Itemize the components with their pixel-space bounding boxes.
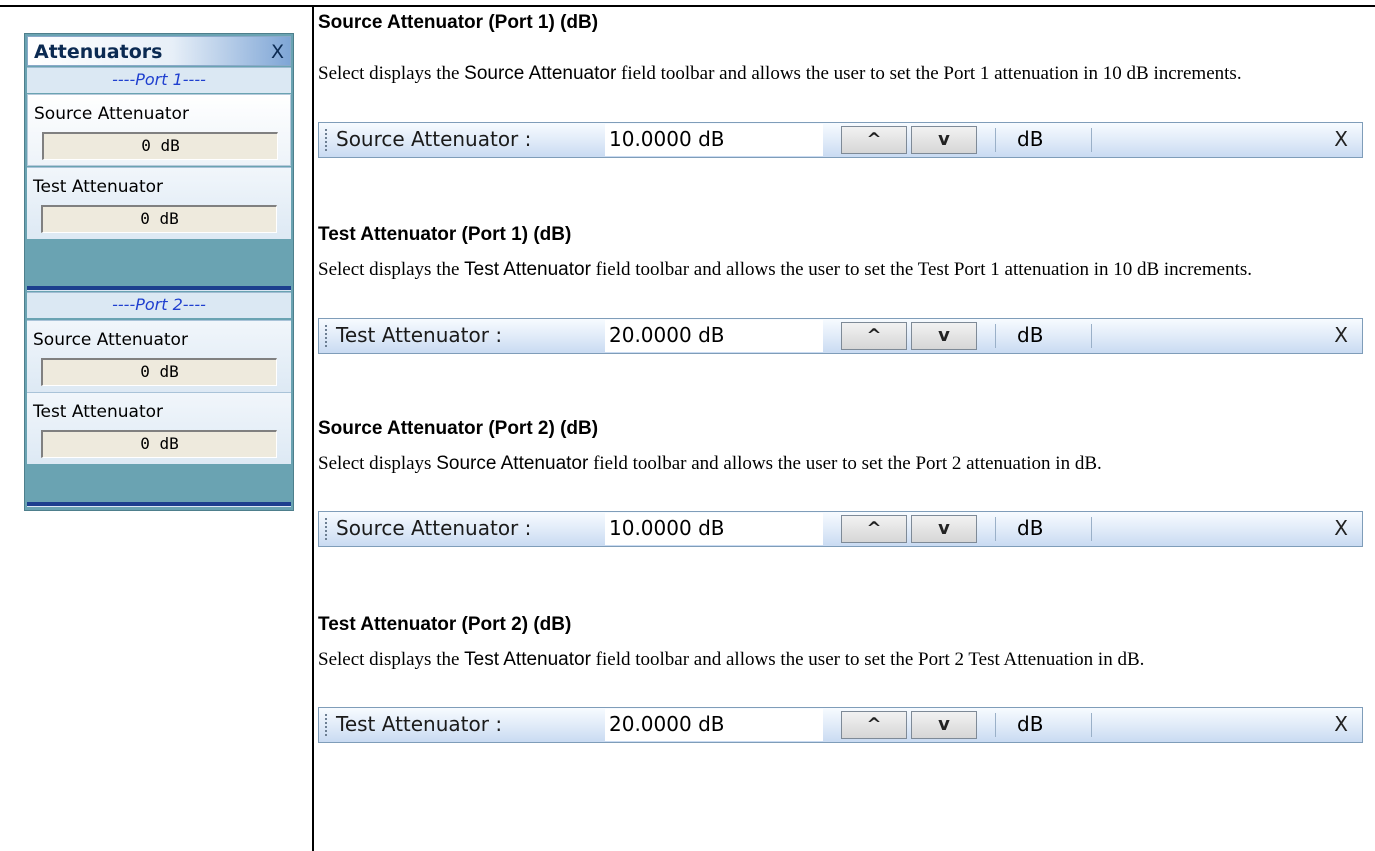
menu-item-label: Test Attenuator <box>33 402 164 422</box>
section-heading: Source Attenuator (Port 2) (dB) <box>318 418 599 439</box>
increment-button[interactable]: ^ <box>841 126 907 154</box>
decrement-button[interactable]: v <box>911 126 977 154</box>
test-attenuator-toolbar: Test Attenuator : 20.0000 dB ^ v dB X <box>318 707 1363 743</box>
toolbar-divider <box>1091 713 1092 737</box>
panel-close-button[interactable]: X <box>271 41 284 63</box>
toolbar-divider <box>995 713 996 737</box>
menu-item-value: 0 dB <box>42 132 278 160</box>
toolbar-close-button[interactable]: X <box>1334 516 1348 540</box>
attenuators-menu-panel: Attenuators X ----Port 1---- Source Atte… <box>24 33 294 511</box>
toolbar-label: Test Attenuator : <box>336 323 503 347</box>
section-separator <box>27 502 291 507</box>
menu-item-label: Test Attenuator <box>33 177 164 197</box>
toolbar-divider <box>1091 517 1092 541</box>
toolbar-close-button[interactable]: X <box>1334 323 1348 347</box>
ui-term: Source Attenuator <box>464 63 617 84</box>
toolbar-divider <box>995 128 996 152</box>
unit-label: dB <box>1017 516 1044 540</box>
port-1-header: ----Port 1---- <box>27 67 291 93</box>
toolbar-grip[interactable] <box>325 325 327 347</box>
menu-item-source-attenuator-port-2[interactable]: Source Attenuator 0 dB <box>27 320 291 392</box>
panel-title-bar: Attenuators X <box>27 36 291 66</box>
source-attenuator-toolbar: Source Attenuator : 10.0000 dB ^ v dB X <box>318 122 1363 158</box>
increment-button[interactable]: ^ <box>841 515 907 543</box>
section-heading: Test Attenuator (Port 1) (dB) <box>318 224 572 245</box>
source-attenuator-toolbar: Source Attenuator : 10.0000 dB ^ v dB X <box>318 511 1363 547</box>
unit-label: dB <box>1017 712 1044 736</box>
menu-item-value: 0 dB <box>41 358 277 386</box>
section-heading: Source Attenuator (Port 1) (dB) <box>318 12 599 33</box>
port-2-header: ----Port 2---- <box>27 292 291 318</box>
toolbar-grip[interactable] <box>325 129 327 151</box>
attenuation-value-field[interactable]: 10.0000 dB <box>605 513 823 545</box>
toolbar-divider <box>1091 128 1092 152</box>
ui-term: Test Attenuator <box>464 649 591 670</box>
menu-item-label: Source Attenuator <box>34 104 189 124</box>
menu-item-test-attenuator-port-1[interactable]: Test Attenuator 0 dB <box>27 167 291 239</box>
section-separator <box>27 286 291 291</box>
attenuation-value-field[interactable]: 10.0000 dB <box>605 124 823 156</box>
panel-title: Attenuators <box>34 41 163 63</box>
unit-label: dB <box>1017 323 1044 347</box>
unit-label: dB <box>1017 127 1044 151</box>
column-divider <box>312 5 314 851</box>
decrement-button[interactable]: v <box>911 322 977 350</box>
menu-item-value: 0 dB <box>41 205 277 233</box>
attenuation-value-field[interactable]: 20.0000 dB <box>605 320 823 352</box>
menu-item-source-attenuator-port-1[interactable]: Source Attenuator 0 dB <box>27 94 291 166</box>
menu-item-test-attenuator-port-2[interactable]: Test Attenuator 0 dB <box>27 392 291 464</box>
toolbar-divider <box>1091 324 1092 348</box>
section-description: Select displays the Test Attenuator fiel… <box>318 649 1145 670</box>
toolbar-grip[interactable] <box>325 518 327 540</box>
attenuation-value-field[interactable]: 20.0000 dB <box>605 709 823 741</box>
decrement-button[interactable]: v <box>911 515 977 543</box>
decrement-button[interactable]: v <box>911 711 977 739</box>
menu-item-value: 0 dB <box>41 430 277 458</box>
ui-term: Source Attenuator <box>436 453 589 474</box>
toolbar-close-button[interactable]: X <box>1334 712 1348 736</box>
toolbar-label: Source Attenuator : <box>336 516 532 540</box>
toolbar-divider <box>995 324 996 348</box>
test-attenuator-toolbar: Test Attenuator : 20.0000 dB ^ v dB X <box>318 318 1363 354</box>
toolbar-label: Source Attenuator : <box>336 127 532 151</box>
section-heading: Test Attenuator (Port 2) (dB) <box>318 614 572 635</box>
toolbar-label: Test Attenuator : <box>336 712 503 736</box>
menu-item-label: Source Attenuator <box>33 330 188 350</box>
toolbar-divider <box>995 517 996 541</box>
section-description: Select displays the Test Attenuator fiel… <box>318 259 1252 280</box>
section-description: Select displays Source Attenuator field … <box>318 453 1102 474</box>
ui-term: Test Attenuator <box>464 259 591 280</box>
increment-button[interactable]: ^ <box>841 322 907 350</box>
toolbar-close-button[interactable]: X <box>1334 127 1348 151</box>
increment-button[interactable]: ^ <box>841 711 907 739</box>
top-rule <box>0 5 1375 7</box>
section-description: Select displays the Source Attenuator fi… <box>318 63 1242 84</box>
toolbar-grip[interactable] <box>325 714 327 736</box>
